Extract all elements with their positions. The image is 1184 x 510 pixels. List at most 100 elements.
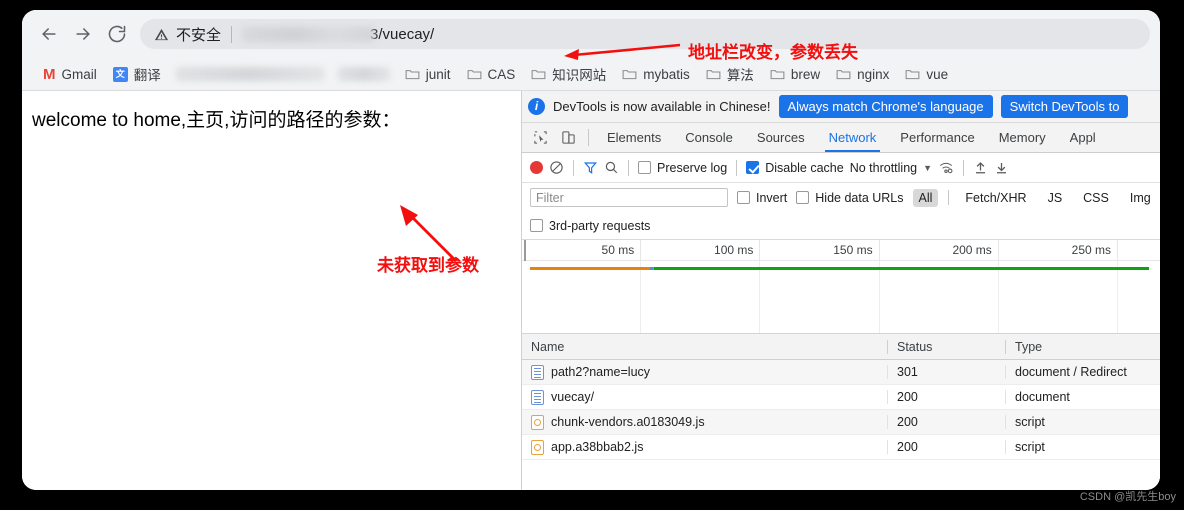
tab-network[interactable]: Network: [817, 123, 889, 152]
tabbar-divider: [588, 129, 589, 146]
network-overview-timeline[interactable]: 50 ms 100 ms 150 ms 200 ms 250 ms: [522, 240, 1160, 334]
request-name-cell: vuecay/: [522, 389, 887, 405]
network-filter-bar: Filter Invert Hide data URLs All Fetch/X…: [522, 183, 1160, 212]
bookmark-label: nginx: [857, 66, 890, 82]
tab-memory[interactable]: Memory: [987, 123, 1058, 152]
table-row[interactable]: path2?name=lucy 301 document / Redirect: [522, 360, 1160, 385]
bookmarks-bar: M Gmail 文 翻译 junit CAS 知识网站 mybatis 算法 b…: [22, 58, 1160, 91]
always-match-language-button[interactable]: Always match Chrome's language: [778, 95, 993, 118]
security-status-label: 不安全: [176, 26, 222, 44]
search-icon[interactable]: [604, 160, 619, 175]
tab-console[interactable]: Console: [673, 123, 745, 152]
invert-label: Invert: [756, 190, 788, 205]
forward-arrow-icon[interactable]: [66, 17, 100, 51]
address-bar[interactable]: 不安全 3/vuecay/: [140, 19, 1150, 49]
import-har-icon[interactable]: [973, 160, 988, 175]
bookmark-label: vue: [926, 66, 949, 82]
folder-icon: [905, 68, 920, 81]
bookmark-translate[interactable]: 文 翻译: [106, 61, 168, 87]
network-conditions-icon[interactable]: [938, 160, 954, 175]
request-name: vuecay/: [551, 390, 595, 404]
bookmark-blurred-2[interactable]: [337, 67, 390, 81]
annotation-page-text: 未获取到参数: [377, 256, 479, 275]
table-row[interactable]: app.a38bbab2.js 200 script: [522, 435, 1160, 460]
tick-label: 150 ms: [760, 240, 880, 260]
bookmark-junit[interactable]: junit: [398, 64, 458, 85]
request-name-cell: path2?name=lucy: [522, 364, 887, 380]
toolbar-divider-3: [736, 159, 738, 176]
filter-type-img[interactable]: Img: [1124, 189, 1157, 207]
tab-performance[interactable]: Performance: [888, 123, 986, 152]
preserve-log-label: Preserve log: [657, 160, 728, 175]
document-icon: [531, 364, 544, 380]
bookmark-knowledge-site[interactable]: 知识网站: [524, 61, 613, 87]
back-arrow-icon[interactable]: [32, 17, 66, 51]
folder-icon: [405, 68, 420, 81]
hide-data-urls-checkbox[interactable]: Hide data URLs: [796, 190, 904, 205]
bookmark-label: brew: [790, 66, 821, 82]
filter-type-js[interactable]: JS: [1042, 189, 1069, 207]
bookmark-label: 知识网站: [552, 68, 607, 83]
bookmark-brew[interactable]: brew: [763, 64, 827, 85]
bookmark-mybatis[interactable]: mybatis: [615, 64, 697, 85]
folder-icon: [467, 68, 482, 81]
url-text: 3/vuecay/: [370, 25, 435, 43]
filter-type-fetch-xhr[interactable]: Fetch/XHR: [959, 189, 1032, 207]
switch-devtools-button[interactable]: Switch DevTools to: [1000, 95, 1129, 118]
table-header-row: Name Status Type: [522, 334, 1160, 360]
bookmark-cas[interactable]: CAS: [460, 64, 523, 85]
bookmark-label: mybatis: [643, 66, 690, 82]
invert-checkbox[interactable]: Invert: [737, 191, 787, 205]
clear-icon[interactable]: [549, 160, 564, 175]
bookmark-label: 翻译: [133, 68, 161, 83]
request-name: chunk-vendors.a0183049.js: [551, 415, 705, 429]
reload-icon[interactable]: [100, 17, 134, 51]
folder-icon: [622, 68, 637, 81]
preserve-log-checkbox[interactable]: Preserve log: [638, 161, 727, 175]
column-header-name[interactable]: Name: [522, 340, 887, 354]
filter-type-all[interactable]: All: [912, 188, 939, 207]
third-party-requests-label: 3rd-party requests: [549, 218, 651, 233]
table-row[interactable]: chunk-vendors.a0183049.js 200 script: [522, 410, 1160, 435]
filter-type-css[interactable]: CSS: [1077, 189, 1115, 207]
watermark: CSDN @凯先生boy: [1079, 491, 1176, 503]
checkbox-box: [638, 161, 651, 174]
overview-start-marker: [524, 240, 526, 261]
bookmark-algorithms[interactable]: 算法: [699, 61, 761, 87]
omnibox-divider: [231, 25, 233, 43]
hide-data-urls-label: Hide data URLs: [815, 190, 904, 205]
tick-label: 200 ms: [880, 240, 999, 260]
tab-application[interactable]: Appl: [1058, 123, 1108, 152]
filter-icon[interactable]: [583, 160, 598, 175]
filter-divider: [948, 190, 950, 205]
bookmark-vue[interactable]: vue: [898, 64, 955, 85]
column-header-status[interactable]: Status: [887, 339, 1005, 354]
request-type: document: [1005, 390, 1160, 404]
third-party-requests-checkbox[interactable]: 3rd-party requests: [530, 219, 650, 233]
tab-elements[interactable]: Elements: [595, 123, 673, 152]
inspect-element-icon[interactable]: [526, 123, 554, 152]
device-toolbar-icon[interactable]: [554, 123, 582, 152]
column-header-type[interactable]: Type: [1005, 339, 1160, 354]
bookmark-nginx[interactable]: nginx: [829, 64, 896, 85]
info-icon: i: [528, 98, 545, 115]
tab-sources[interactable]: Sources: [745, 123, 817, 152]
web-page-viewport: welcome to home,主页,访问的路径的参数： 未获取到参数: [22, 91, 522, 490]
disable-cache-checkbox[interactable]: Disable cache: [746, 161, 844, 175]
request-status: 301: [887, 365, 1005, 379]
devtools-language-banner: i DevTools is now available in Chinese! …: [522, 91, 1160, 123]
bookmark-blurred-1[interactable]: [175, 67, 324, 81]
request-status: 200: [887, 440, 1005, 454]
table-row[interactable]: vuecay/ 200 document: [522, 385, 1160, 410]
not-secure-warning-icon: [154, 27, 169, 42]
export-har-icon[interactable]: [994, 160, 1009, 175]
document-icon: [531, 389, 544, 405]
network-requests-table: Name Status Type path2?name=lucy 301 doc…: [522, 334, 1160, 490]
record-button[interactable]: [530, 161, 543, 174]
network-toolbar: Preserve log Disable cache No throttling…: [522, 153, 1160, 183]
throttling-select[interactable]: No throttling: [850, 161, 917, 175]
bookmark-gmail[interactable]: M Gmail: [36, 64, 104, 85]
filter-input[interactable]: Filter: [530, 188, 728, 207]
chevron-down-icon[interactable]: ▼: [923, 163, 932, 173]
folder-icon: [531, 68, 546, 81]
